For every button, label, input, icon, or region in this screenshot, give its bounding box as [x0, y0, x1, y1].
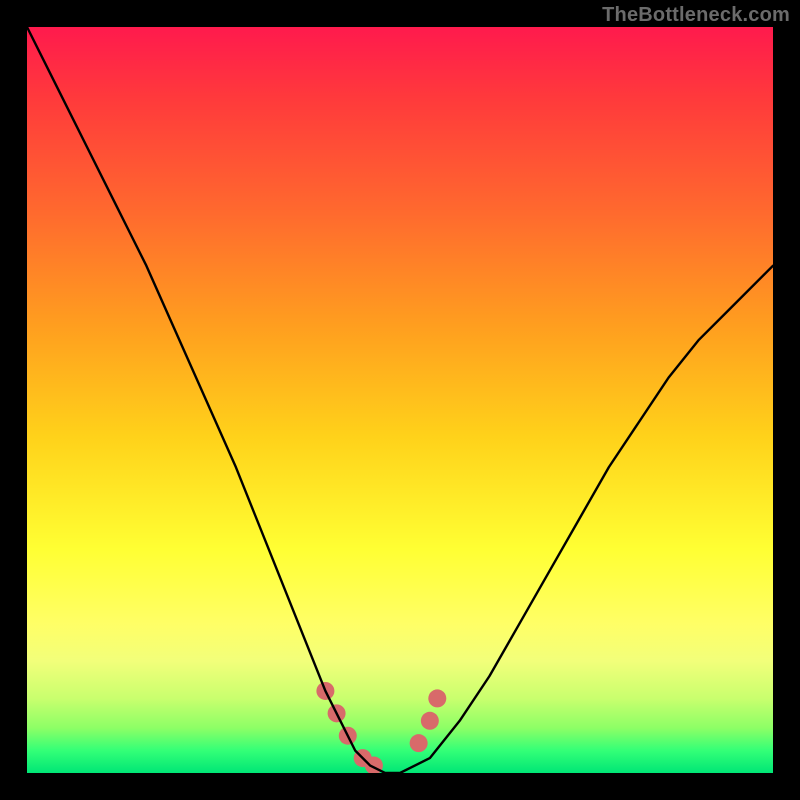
chart-root: TheBottleneck.com [0, 0, 800, 800]
plot-background [27, 27, 773, 773]
watermark-text: TheBottleneck.com [602, 4, 790, 27]
